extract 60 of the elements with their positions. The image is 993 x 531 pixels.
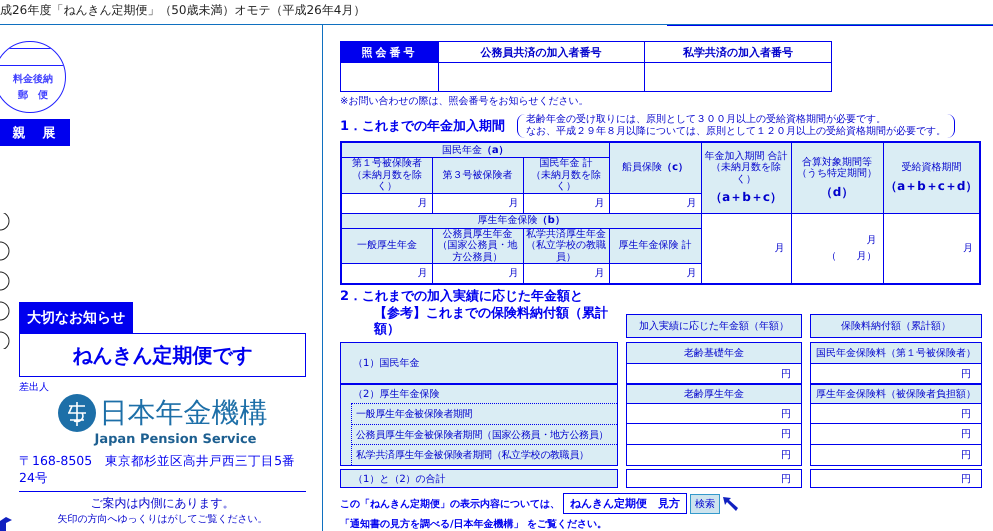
column-header: 私学共済の加入者番号 — [644, 42, 832, 63]
column-header: 合算対象期間等 （うち特定期間） （d） — [791, 142, 884, 214]
row-header: （2）厚生年金保険 — [352, 388, 440, 402]
column-header: 公務員厚生年金 （国家公務員・地方公務員） — [432, 228, 523, 264]
column-header: 厚生年金保険（b） — [341, 213, 702, 228]
column-header: 照会番号 — [340, 42, 438, 63]
column-header: 一般厚生年金 — [341, 228, 432, 264]
stamp-text: 料金後納 — [12, 72, 53, 87]
notice-title: ねんきん定期便です — [19, 333, 306, 377]
column-header: 国民年金 計 （未納月数を除く） — [523, 158, 610, 194]
amount-cell: 円 — [810, 469, 982, 488]
organization-name: 日本年金機構 — [100, 395, 268, 431]
stamp-text: 郵 便 — [16, 88, 48, 103]
column-header: 受給資格期間 （a＋b＋c＋d） — [883, 142, 980, 214]
month-cell: 月 — [341, 193, 432, 214]
column-header: 国民年金（a） — [341, 142, 610, 158]
section-heading: 2．これまでの加入実績に応じた年金額と 【参考】これまでの保険料納付額（累計額） — [340, 289, 609, 339]
confidential-label: 親 展 — [0, 119, 70, 146]
eligibility-note: 老齢年金の受け取りには、原則として３００月以上の受給資格期間が必要です。 なお、平成２９年８月以降については、原則として１２０月以上の受給資格期間が必要です。 — [517, 114, 956, 138]
column-header: 保険料納付額（累計額） — [810, 314, 982, 338]
amount-cell: 円 — [626, 424, 802, 445]
section-heading: 1．これまでの年金加入期間 — [340, 118, 506, 136]
sender-label: 差出人 — [19, 380, 50, 394]
reference-note: ※お問い合わせの際は、照会番号をお知らせください。 — [340, 94, 590, 108]
row-header: （1）と（2）の合計 — [340, 469, 618, 488]
guide-note: 矢印の方向へゆっくりはがしてご覧ください。 — [56, 512, 268, 526]
column-header: 船員保険（c） — [609, 142, 702, 194]
search-button[interactable]: 検索 — [690, 494, 720, 514]
column-header: 第１号被保険者 （未納月数を除く） — [341, 158, 432, 194]
column-header: 厚生年金保険 計 — [609, 228, 702, 264]
row-header: 国民年金保険料（第１号被保険者） — [810, 342, 982, 364]
amount-cell: 円 — [626, 445, 802, 466]
row-header: 老齢基礎年金 — [626, 342, 802, 364]
row-header: 一般厚生年金被保険者期間 — [352, 403, 617, 424]
row-header: 老齢厚生年金 — [626, 384, 802, 404]
column-header: 加入実績に応じた年金額（年額） — [626, 314, 802, 338]
row-header: 厚生年金保険料（被保険者負担額） — [810, 384, 982, 404]
month-cell: 月 — [432, 193, 523, 214]
amount-cell: 円 — [626, 469, 802, 488]
amount-cell: 円 — [810, 404, 982, 424]
month-cell: 月 — [523, 193, 610, 214]
logo-icon — [58, 394, 96, 432]
organization-name-english: Japan Pension Service — [92, 432, 258, 447]
amount-cell: 円 — [626, 404, 802, 424]
column-header: 年金加入期間 合計 （未納月数を除く） （a＋b＋c） — [701, 142, 792, 214]
row-header: （1）国民年金 — [340, 342, 618, 384]
sender-address: 〒168-8505 東京都杉並区高井戸西三丁目5番24号 — [19, 453, 306, 492]
row-header: 私学共済厚生年金被保険者期間（私立学校の教職員） — [352, 444, 617, 466]
row-header: 公務員厚生年金被保険者期間（国家公務員・地方公務員） — [352, 424, 617, 444]
column-header: 公務員共済の加入者番号 — [438, 42, 644, 63]
guide-text: ご案内は内側にあります。 — [90, 495, 236, 512]
column-header: 第３号被保険者 — [432, 158, 523, 194]
cursor-icon — [723, 496, 739, 510]
column-header: 私学共済厚生年金 （私立学校の教職員） — [523, 228, 610, 264]
footer-text: この「ねんきん定期便」の表示内容については、 — [340, 497, 560, 510]
search-field[interactable]: ねんきん定期便 見方 — [563, 493, 687, 514]
footer-text: 「通知書の見方を調べる/日本年金機構」 をご覧ください。 — [340, 517, 608, 531]
arrow-icon — [0, 517, 12, 531]
amount-cell: 円 — [810, 424, 982, 445]
amount-cell: 円 — [810, 445, 982, 466]
